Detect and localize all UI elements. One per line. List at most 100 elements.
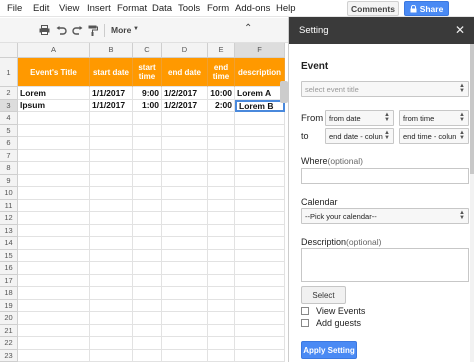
table-cell[interactable] xyxy=(162,124,208,137)
table-cell[interactable] xyxy=(18,299,90,312)
row-header-22[interactable]: 22 xyxy=(0,337,18,350)
row-header-6[interactable]: 6 xyxy=(0,137,18,150)
menu-data[interactable]: Data xyxy=(152,3,172,14)
table-cell[interactable] xyxy=(162,112,208,125)
table-cell[interactable] xyxy=(18,249,90,262)
table-cell[interactable] xyxy=(133,324,162,337)
table-cell[interactable] xyxy=(133,174,162,187)
table-cell[interactable] xyxy=(18,112,90,125)
row-header-2[interactable]: 2 xyxy=(0,87,18,100)
table-cell[interactable] xyxy=(18,224,90,237)
table-cell[interactable] xyxy=(133,262,162,275)
table-cell[interactable] xyxy=(90,262,133,275)
table-cell[interactable]: 9:00 xyxy=(133,87,162,100)
table-cell[interactable] xyxy=(90,199,133,212)
table-cell[interactable] xyxy=(162,324,208,337)
table-cell[interactable] xyxy=(208,224,235,237)
row-header-1[interactable]: 1 xyxy=(0,58,18,87)
table-cell[interactable] xyxy=(208,249,235,262)
row-header-5[interactable]: 5 xyxy=(0,124,18,137)
table-cell[interactable] xyxy=(208,287,235,300)
table-cell[interactable] xyxy=(235,237,285,250)
collapse-toolbar-icon[interactable]: ⌃ xyxy=(244,23,252,34)
table-cell[interactable] xyxy=(235,337,285,350)
row-header-18[interactable]: 18 xyxy=(0,287,18,300)
table-cell[interactable] xyxy=(162,249,208,262)
menu-edit[interactable]: Edit xyxy=(33,3,49,14)
table-cell[interactable] xyxy=(18,174,90,187)
table-cell[interactable] xyxy=(208,312,235,325)
table-cell[interactable] xyxy=(235,162,285,175)
sidebar-scrollbar[interactable] xyxy=(470,44,474,362)
row-header-11[interactable]: 11 xyxy=(0,199,18,212)
grid-scrollbar[interactable] xyxy=(280,81,288,103)
row-header-14[interactable]: 14 xyxy=(0,237,18,250)
table-cell[interactable] xyxy=(133,249,162,262)
table-cell[interactable] xyxy=(90,212,133,225)
table-cell[interactable] xyxy=(208,137,235,150)
table-cell[interactable] xyxy=(133,299,162,312)
from-time-select[interactable]: from time ▲ ▼ xyxy=(399,110,469,126)
column-header-d[interactable]: D xyxy=(162,43,208,58)
table-cell[interactable] xyxy=(235,149,285,162)
table-cell[interactable]: 2:00 xyxy=(208,99,235,112)
table-cell[interactable]: Lorem xyxy=(18,87,90,100)
table-cell[interactable] xyxy=(208,212,235,225)
table-cell[interactable] xyxy=(18,212,90,225)
select-button[interactable]: Select xyxy=(301,286,346,304)
header-cell[interactable]: Event's Title xyxy=(18,58,90,87)
menu-insert[interactable]: Insert xyxy=(87,3,111,14)
where-input[interactable] xyxy=(301,168,469,184)
table-cell[interactable]: Ipsum xyxy=(18,99,90,112)
table-cell[interactable] xyxy=(162,149,208,162)
table-cell[interactable]: 1/1/2017 xyxy=(90,99,133,112)
table-cell[interactable]: 1/1/2017 xyxy=(90,87,133,100)
column-header-f[interactable]: F xyxy=(235,43,285,58)
menu-form[interactable]: Form xyxy=(207,3,229,14)
row-header-10[interactable]: 10 xyxy=(0,187,18,200)
table-cell[interactable] xyxy=(208,162,235,175)
table-cell[interactable] xyxy=(90,174,133,187)
table-cell[interactable] xyxy=(18,137,90,150)
table-cell[interactable] xyxy=(162,299,208,312)
table-cell[interactable] xyxy=(133,224,162,237)
table-cell[interactable] xyxy=(162,224,208,237)
row-header-4[interactable]: 4 xyxy=(0,112,18,125)
table-cell[interactable] xyxy=(208,187,235,200)
table-cell[interactable] xyxy=(133,187,162,200)
table-cell[interactable] xyxy=(133,274,162,287)
row-header-12[interactable]: 12 xyxy=(0,212,18,225)
table-cell[interactable] xyxy=(90,324,133,337)
add-guests-checkbox[interactable] xyxy=(301,319,309,327)
table-cell[interactable] xyxy=(208,262,235,275)
header-cell[interactable]: end time xyxy=(208,58,235,87)
table-cell[interactable] xyxy=(235,224,285,237)
header-cell[interactable]: description xyxy=(235,58,285,87)
table-cell[interactable] xyxy=(235,312,285,325)
table-cell[interactable] xyxy=(133,312,162,325)
menu-view[interactable]: View xyxy=(59,3,79,14)
table-cell[interactable] xyxy=(18,162,90,175)
table-cell[interactable] xyxy=(90,249,133,262)
calendar-select[interactable]: --Pick your calendar-- ▲ ▼ xyxy=(301,208,469,224)
table-cell[interactable] xyxy=(162,262,208,275)
table-cell[interactable] xyxy=(208,349,235,362)
column-header-c[interactable]: C xyxy=(133,43,162,58)
table-cell[interactable] xyxy=(133,349,162,362)
table-cell[interactable] xyxy=(18,237,90,250)
table-cell[interactable] xyxy=(208,199,235,212)
table-cell[interactable] xyxy=(235,274,285,287)
table-cell[interactable] xyxy=(90,337,133,350)
table-cell[interactable] xyxy=(90,112,133,125)
table-cell[interactable] xyxy=(208,324,235,337)
menu-file[interactable]: File xyxy=(7,3,22,14)
description-textarea[interactable] xyxy=(301,248,469,282)
table-cell[interactable] xyxy=(133,237,162,250)
table-cell[interactable]: 1:00 xyxy=(133,99,162,112)
table-cell[interactable] xyxy=(162,312,208,325)
table-cell[interactable] xyxy=(18,262,90,275)
table-cell[interactable] xyxy=(18,187,90,200)
selected-cell[interactable]: Lorem B xyxy=(235,99,285,112)
event-title-select[interactable]: select event title ▲ ▼ xyxy=(301,81,469,97)
table-cell[interactable] xyxy=(162,337,208,350)
